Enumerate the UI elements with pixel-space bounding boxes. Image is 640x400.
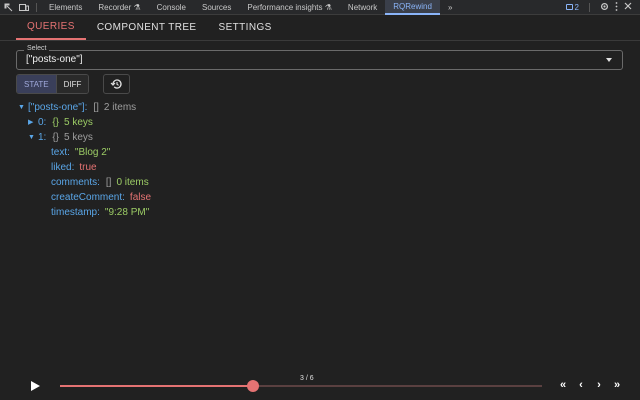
query-select[interactable]: Select ["posts-one"] bbox=[16, 45, 623, 70]
history-icon bbox=[110, 79, 122, 89]
devtools-toolbar: Elements Recorder ⚗ Console Sources Perf… bbox=[0, 0, 640, 15]
tree-row-liked: liked: true bbox=[18, 160, 618, 175]
jump-to-start-button[interactable]: « bbox=[557, 379, 569, 391]
tree-row-item-0[interactable]: ▶ 0: {} 5 keys bbox=[18, 115, 618, 130]
tree-string-value: "Blog 2" bbox=[74, 147, 111, 158]
timeline-slider[interactable] bbox=[60, 380, 542, 392]
tree-row-root[interactable]: ▼ ["posts-one"]: [] 2 items bbox=[18, 100, 618, 115]
devtools-tab-rqrewind[interactable]: RQRewind bbox=[385, 0, 440, 15]
timeline-progress bbox=[60, 385, 253, 387]
tree-key: ["posts-one"]: bbox=[28, 102, 88, 113]
play-button[interactable] bbox=[31, 381, 40, 391]
tree-key: liked: bbox=[51, 162, 75, 173]
tree-count: 2 items bbox=[103, 102, 137, 113]
close-devtools-icon[interactable] bbox=[624, 2, 632, 12]
tree-key: 0: bbox=[38, 117, 47, 128]
toolbar-divider bbox=[36, 2, 37, 12]
collapsed-arrow-icon[interactable]: ▶ bbox=[28, 115, 38, 130]
select-value: ["posts-one"] bbox=[26, 54, 83, 65]
devtools-tab-sources[interactable]: Sources bbox=[194, 0, 239, 15]
tree-row-create-comment: createComment: false bbox=[18, 190, 618, 205]
jump-to-end-button[interactable]: » bbox=[611, 379, 623, 391]
tree-type: {} bbox=[52, 132, 60, 143]
issues-count: 2 bbox=[574, 2, 579, 12]
issues-badge[interactable]: 2 bbox=[565, 2, 579, 12]
devtools-tab-recorder[interactable]: Recorder ⚗ bbox=[90, 0, 148, 15]
more-tabs-button[interactable]: » bbox=[440, 0, 460, 15]
tab-component-tree[interactable]: COMPONENT TREE bbox=[86, 15, 208, 40]
history-button[interactable] bbox=[103, 74, 130, 94]
dropdown-caret-icon bbox=[606, 58, 612, 62]
tree-count: 5 keys bbox=[64, 132, 93, 143]
step-back-button[interactable]: ‹ bbox=[575, 379, 587, 391]
tree-boolean-value: false bbox=[129, 192, 152, 203]
issues-icon bbox=[565, 4, 573, 10]
tree-row-timestamp: timestamp: "9:28 PM" bbox=[18, 205, 618, 220]
devtools-tab-performance-insights[interactable]: Performance insights ⚗ bbox=[239, 0, 340, 15]
inspect-element-icon[interactable] bbox=[0, 0, 16, 15]
tree-row-text: text: "Blog 2" bbox=[18, 145, 618, 160]
tree-key: createComment: bbox=[51, 192, 125, 203]
step-navigation: « ‹ › » bbox=[557, 379, 623, 391]
playback-bar: 3 / 6 « ‹ › » bbox=[0, 372, 640, 400]
step-counter: 3 / 6 bbox=[300, 375, 314, 382]
timeline-thumb[interactable] bbox=[246, 380, 259, 392]
devtools-tab-elements[interactable]: Elements bbox=[41, 0, 90, 15]
tree-key: comments: bbox=[51, 177, 100, 188]
tree-count: 5 keys bbox=[64, 117, 93, 128]
diff-toggle-button[interactable]: DIFF bbox=[55, 75, 89, 93]
tree-type: [] bbox=[93, 102, 99, 113]
devtools-tab-console[interactable]: Console bbox=[149, 0, 194, 15]
tree-row-item-1[interactable]: ▼ 1: {} 5 keys bbox=[18, 130, 618, 145]
settings-gear-icon[interactable] bbox=[600, 2, 609, 13]
tree-boolean-value: true bbox=[79, 162, 97, 173]
device-toolbar-icon[interactable] bbox=[16, 0, 32, 15]
expanded-arrow-icon[interactable]: ▼ bbox=[28, 130, 38, 145]
view-toggle: STATE DIFF bbox=[16, 74, 90, 94]
tree-key: timestamp: bbox=[51, 207, 100, 218]
devtools-tab-network[interactable]: Network bbox=[340, 0, 385, 15]
tree-string-value: "9:28 PM" bbox=[104, 207, 150, 218]
tab-settings[interactable]: SETTINGS bbox=[208, 15, 283, 40]
tree-key: 1: bbox=[38, 132, 47, 143]
step-forward-button[interactable]: › bbox=[593, 379, 605, 391]
select-label: Select bbox=[24, 45, 50, 52]
app-tabs: QUERIES COMPONENT TREE SETTINGS bbox=[0, 15, 640, 41]
toolbar-divider bbox=[589, 2, 590, 12]
tree-type: [] bbox=[105, 177, 112, 188]
state-tree: ▼ ["posts-one"]: [] 2 items ▶ 0: {} 5 ke… bbox=[18, 100, 618, 220]
tree-key: text: bbox=[51, 147, 70, 158]
tree-count: 0 items bbox=[116, 177, 149, 188]
more-options-icon[interactable] bbox=[615, 1, 618, 13]
tab-queries[interactable]: QUERIES bbox=[16, 15, 86, 40]
tree-type: {} bbox=[52, 117, 60, 128]
state-toggle-button[interactable]: STATE bbox=[17, 75, 56, 93]
expanded-arrow-icon[interactable]: ▼ bbox=[18, 100, 28, 115]
tree-row-comments: comments: [] 0 items bbox=[18, 175, 618, 190]
